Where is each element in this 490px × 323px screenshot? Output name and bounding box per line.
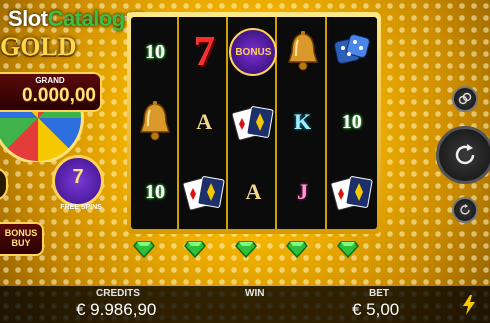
reel-grid: 10 10 7 A BONUS A K J 10 [131, 17, 377, 229]
playing-cards-icon [330, 176, 373, 211]
bet-value: € 5,00 [352, 300, 400, 319]
refresh-icon [460, 204, 470, 215]
bet-label: BET [369, 288, 389, 299]
reel-3: BONUS A [229, 17, 278, 229]
reel-cell: A [229, 157, 277, 227]
lightning-icon[interactable] [462, 295, 476, 315]
grand-amount: 0.000,00 [22, 85, 96, 106]
reel-cell [131, 87, 179, 157]
reel-4: KJ [279, 17, 327, 229]
symbol-10: 10 [145, 180, 165, 203]
reel-cell: J [279, 157, 327, 227]
reel-cell: 7 [180, 17, 228, 87]
reel-cell [229, 87, 277, 157]
reel-cell [328, 157, 376, 227]
grand-label: GRAND [35, 76, 65, 85]
game-logo: GOLD [0, 32, 77, 61]
reel-cell: A [180, 87, 228, 157]
reel-cell: 10 [328, 87, 376, 157]
credits-value: € 9.986,90 [76, 300, 157, 319]
gem-icon [286, 241, 308, 258]
reel-cell: 10 [131, 17, 179, 87]
free-spins-count: 7 [72, 166, 84, 188]
symbol-a: A [196, 109, 213, 134]
bell-icon [139, 101, 171, 141]
symbol-10: 10 [145, 40, 165, 63]
symbol-7: 7 [193, 29, 215, 75]
watermark: SlotCatalog.com [8, 6, 144, 32]
reel-cell: K [279, 87, 327, 157]
coins-icon [458, 92, 472, 105]
bell-icon [287, 31, 318, 71]
dice-icon [333, 34, 370, 64]
reel-5: 10 [328, 17, 376, 229]
spin-arrow-icon [455, 144, 475, 165]
gem-row [131, 236, 377, 260]
gem-icon [133, 241, 155, 258]
credits-label: CREDITS [96, 288, 140, 299]
spin-button[interactable] [436, 126, 490, 184]
free-spins-label: FREE SPINS [60, 204, 102, 211]
watermark-slot: Slot [8, 6, 48, 31]
reel-cell: 10 [131, 157, 179, 227]
gem-icon [337, 241, 359, 258]
bonus-buy-line1: BONUS [4, 228, 38, 238]
bottom-bar: CREDITS € 9.986,90 WIN BET € 5,00 [0, 286, 490, 323]
reel-cell [180, 157, 228, 227]
autoplay-button[interactable] [452, 86, 478, 112]
symbol-j: J [297, 179, 309, 204]
win-label: WIN [245, 288, 265, 299]
reel-cell [328, 17, 376, 87]
reel-cell [279, 17, 327, 87]
symbol-k: K [294, 109, 312, 134]
gem-icon [235, 241, 257, 258]
reel-2: 7A [180, 17, 229, 229]
playing-cards-icon [232, 106, 274, 141]
bonus-buy-line2: BUY [11, 238, 31, 248]
free-spins-counter: 7 FREE SPINS [52, 155, 104, 211]
reel-1: 10 10 [131, 17, 179, 229]
symbol-a: A [245, 179, 262, 204]
playing-cards-icon [182, 176, 225, 211]
gem-icon [184, 241, 206, 258]
bonus-symbol: BONUS [229, 28, 278, 76]
reel-cell: BONUS [229, 17, 278, 87]
bonus-buy-button[interactable]: BONUS BUY [0, 222, 44, 256]
bonus-wheel [0, 112, 84, 162]
turbo-button[interactable] [452, 197, 478, 223]
symbol-10: 10 [341, 110, 362, 133]
watermark-catalog: Catalog [47, 6, 126, 31]
grand-jackpot-panel: GRAND 0.000,00 [0, 72, 102, 112]
